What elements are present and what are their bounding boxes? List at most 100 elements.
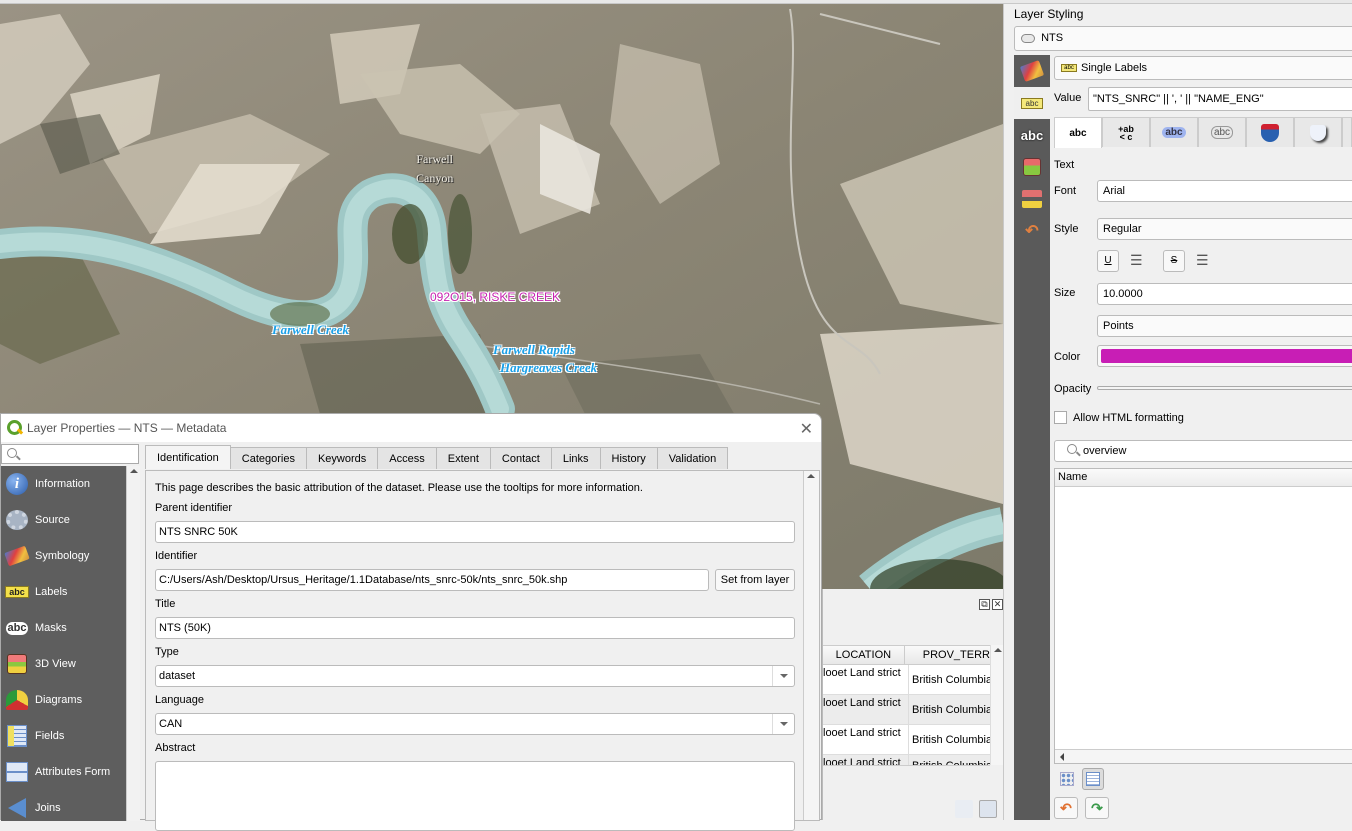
- tab-mask[interactable]: abc: [1198, 117, 1246, 147]
- abstract-textarea[interactable]: [155, 761, 795, 831]
- tree-header-name[interactable]: Name: [1055, 469, 1352, 487]
- cell-prov-terr[interactable]: British Columbia: [909, 695, 990, 724]
- tab-extent[interactable]: Extent: [435, 447, 491, 469]
- nav-item-joins[interactable]: Joins: [1, 790, 126, 826]
- tab-shadow[interactable]: [1294, 117, 1342, 147]
- data-defined-override-icon[interactable]: ☰: [1130, 252, 1152, 270]
- style-combo[interactable]: Regular: [1097, 218, 1352, 240]
- tab-overflow[interactable]: [1342, 117, 1352, 147]
- metadata-tabs: Identification Categories Keywords Acces…: [145, 445, 729, 469]
- tab-formatting[interactable]: +ab < c: [1102, 117, 1150, 147]
- nav-item-fields[interactable]: Fields: [1, 718, 126, 754]
- side-tab-masks[interactable]: abc: [1014, 119, 1050, 151]
- tab-buffer[interactable]: abc: [1150, 117, 1198, 147]
- table-row[interactable]: looet Land strict British Columbia: [823, 695, 990, 725]
- nav-item-source[interactable]: Source: [1, 502, 126, 538]
- dialog-titlebar[interactable]: Layer Properties — NTS — Metadata ✕: [1, 414, 821, 442]
- diagram-hierarchy-icon: [1022, 190, 1042, 208]
- tab-identification[interactable]: Identification: [145, 445, 231, 469]
- scroll-up-arrow-icon[interactable]: [807, 474, 815, 478]
- table-row[interactable]: looet Land strict British Columbia: [823, 725, 990, 755]
- page-scrollbar[interactable]: [803, 471, 819, 820]
- map-label-hargreaves-creek: Hargreaves Creek: [500, 360, 598, 375]
- size-unit-combo[interactable]: Points: [1097, 315, 1352, 337]
- table-view-icon[interactable]: [979, 800, 997, 818]
- tab-history[interactable]: History: [599, 447, 658, 469]
- cell-location[interactable]: looet Land strict: [823, 695, 909, 724]
- size-spinbox[interactable]: 10.0000: [1097, 283, 1352, 305]
- property-search-input[interactable]: overview: [1054, 440, 1352, 462]
- shadow-icon: [1310, 124, 1326, 141]
- side-tab-rendering[interactable]: [1014, 183, 1050, 215]
- attribute-table-horizontal-scrollbar[interactable]: [823, 765, 990, 780]
- tab-links[interactable]: Links: [550, 447, 601, 469]
- identifier-field[interactable]: C:/Users/Ash/Desktop/Ursus_Heritage/1.1D…: [155, 569, 709, 591]
- cell-prov-terr[interactable]: British Columbia: [909, 665, 990, 694]
- tab-validation[interactable]: Validation: [656, 447, 729, 469]
- nav-item-diagrams[interactable]: Diagrams: [1, 682, 126, 718]
- parent-identifier-field[interactable]: NTS SNRC 50K: [155, 521, 795, 543]
- set-from-layer-button[interactable]: Set from layer: [715, 569, 795, 591]
- color-picker-button[interactable]: [1097, 345, 1352, 367]
- attribute-table-vertical-scrollbar[interactable]: [990, 645, 1004, 765]
- map-label-nts: 092O15, RISKE CREEK: [430, 290, 561, 304]
- nav-item-3d-view[interactable]: 3D View: [1, 646, 126, 682]
- icon-view-button[interactable]: [1056, 768, 1078, 790]
- table-row[interactable]: looet Land strict British Columbia: [823, 665, 990, 695]
- nav-item-information[interactable]: i Information: [1, 466, 126, 502]
- list-view-button[interactable]: [1082, 768, 1104, 790]
- side-tab-history[interactable]: ↶: [1014, 215, 1050, 247]
- tab-categories[interactable]: Categories: [229, 447, 307, 469]
- nav-search-input[interactable]: [1, 444, 139, 464]
- cell-location[interactable]: looet Land strict: [823, 665, 909, 694]
- side-tab-3d-view[interactable]: [1014, 151, 1050, 183]
- nav-item-symbology[interactable]: Symbology: [1, 538, 126, 574]
- attribute-table-body: looet Land strict British Columbia looet…: [823, 665, 990, 777]
- undo-redo-buttons: ↶ ↷: [1054, 797, 1109, 819]
- map-label-farwell-canyon: Farwell Canyon: [416, 150, 453, 188]
- font-combo[interactable]: Arial: [1097, 180, 1352, 202]
- nav-scrollbar[interactable]: [126, 466, 140, 821]
- type-combo[interactable]: dataset: [155, 665, 795, 687]
- redo-button[interactable]: ↷: [1085, 797, 1109, 819]
- chevron-down-icon[interactable]: [772, 666, 794, 686]
- cell-location[interactable]: looet Land strict: [823, 725, 909, 754]
- tab-background[interactable]: [1246, 117, 1294, 147]
- strikeout-button[interactable]: S: [1163, 250, 1185, 272]
- language-combo[interactable]: CAN: [155, 713, 795, 735]
- close-button[interactable]: ✕: [800, 419, 813, 439]
- form-view-icon[interactable]: [955, 800, 973, 818]
- allow-html-checkbox[interactable]: [1054, 411, 1067, 424]
- 3d-cube-icon: [1023, 158, 1041, 176]
- side-tab-labels[interactable]: abc: [1014, 87, 1050, 119]
- nav-item-attributes-form[interactable]: Attributes Form: [1, 754, 126, 790]
- close-dock-button[interactable]: ✕: [992, 599, 1003, 610]
- nav-item-labels[interactable]: abc Labels: [1, 574, 126, 610]
- underline-button[interactable]: U: [1097, 250, 1119, 272]
- nav-item-masks[interactable]: abc Masks: [1, 610, 126, 646]
- property-tree[interactable]: Name: [1054, 468, 1352, 764]
- undo-button[interactable]: ↶: [1054, 797, 1078, 819]
- tab-keywords[interactable]: Keywords: [305, 447, 379, 469]
- tree-horizontal-scrollbar[interactable]: [1055, 749, 1352, 763]
- tab-access[interactable]: Access: [377, 447, 437, 469]
- tab-text[interactable]: abc: [1054, 117, 1102, 148]
- float-dock-button[interactable]: ⧉: [979, 599, 990, 610]
- renderer-selector[interactable]: abc Single Labels: [1054, 56, 1352, 80]
- side-tab-symbology[interactable]: [1014, 55, 1050, 87]
- layer-styling-panel: Layer Styling NTS abc abc ↶ abc Single L…: [1003, 4, 1352, 820]
- scroll-left-arrow-icon[interactable]: [1060, 753, 1064, 761]
- identification-page: This page describes the basic attributio…: [145, 470, 820, 831]
- scroll-up-arrow-icon[interactable]: [130, 469, 138, 473]
- label-expression-field[interactable]: "NTS_SNRC" || ', ' || "NAME_ENG": [1088, 87, 1352, 111]
- opacity-slider[interactable]: [1097, 386, 1352, 390]
- column-header-prov-terr[interactable]: PROV_TERR: [905, 646, 990, 664]
- layer-selector[interactable]: NTS: [1014, 26, 1352, 51]
- title-field[interactable]: NTS (50K): [155, 617, 795, 639]
- tab-contact[interactable]: Contact: [489, 447, 552, 469]
- data-defined-override-icon[interactable]: ☰: [1196, 252, 1218, 270]
- scroll-up-arrow-icon[interactable]: [994, 648, 1002, 652]
- column-header-location[interactable]: LOCATION: [823, 646, 905, 664]
- cell-prov-terr[interactable]: British Columbia: [909, 725, 990, 754]
- chevron-down-icon[interactable]: [772, 714, 794, 734]
